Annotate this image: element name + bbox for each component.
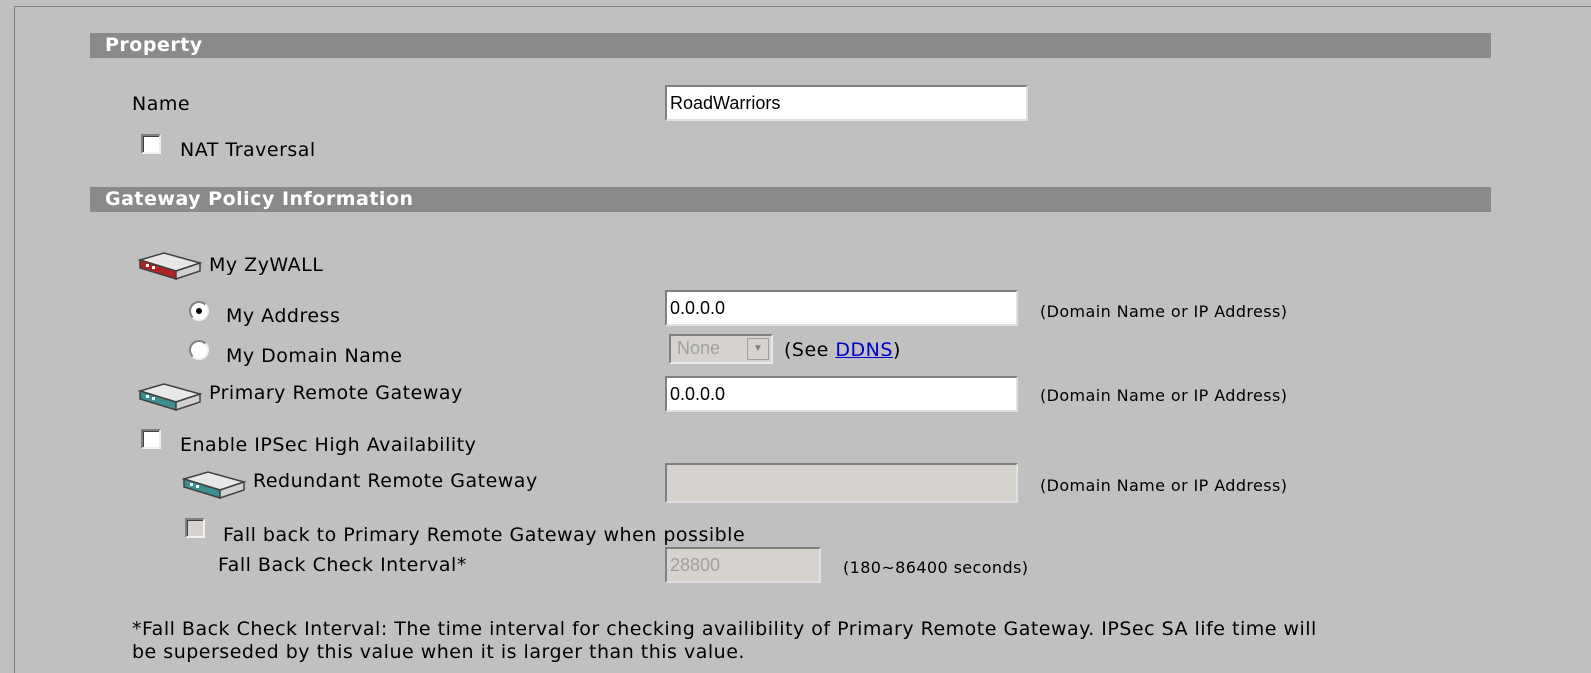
remote-gateway-icon bbox=[137, 383, 203, 412]
my-domain-name-label: My Domain Name bbox=[226, 345, 403, 367]
footnote-line-1: *Fall Back Check Interval: The time inte… bbox=[132, 618, 1317, 640]
my-domain-name-select[interactable]: None ▼ bbox=[669, 334, 773, 364]
see-suffix: ) bbox=[892, 339, 901, 361]
fallback-interval-label: Fall Back Check Interval* bbox=[218, 554, 467, 576]
chevron-down-icon: ▼ bbox=[747, 338, 769, 360]
name-label: Name bbox=[132, 93, 191, 115]
footnote-line-2: be superseded by this value when it is l… bbox=[132, 641, 745, 663]
my-address-hint: (Domain Name or IP Address) bbox=[1040, 302, 1288, 321]
property-section-header: Property bbox=[90, 33, 1491, 58]
see-ddns-note: (See DDNS) bbox=[784, 339, 901, 361]
fallback-interval-input[interactable]: 28800 bbox=[665, 547, 821, 583]
nat-traversal-checkbox[interactable] bbox=[141, 134, 161, 154]
my-domain-name-radio[interactable] bbox=[189, 340, 209, 360]
nat-traversal-label: NAT Traversal bbox=[180, 139, 316, 161]
ipsec-ha-checkbox[interactable] bbox=[141, 429, 161, 449]
redundant-remote-gateway-input[interactable] bbox=[665, 463, 1018, 503]
my-zywall-label: My ZyWALL bbox=[209, 254, 324, 276]
my-address-radio[interactable] bbox=[189, 301, 209, 321]
fallback-checkbox[interactable] bbox=[185, 518, 205, 538]
redundant-remote-gateway-hint: (Domain Name or IP Address) bbox=[1040, 476, 1288, 495]
primary-remote-gateway-input[interactable]: 0.0.0.0 bbox=[665, 376, 1018, 412]
primary-remote-gateway-hint: (Domain Name or IP Address) bbox=[1040, 386, 1288, 405]
primary-remote-gateway-label: Primary Remote Gateway bbox=[209, 382, 463, 404]
ipsec-ha-label: Enable IPSec High Availability bbox=[180, 434, 477, 456]
redundant-gateway-icon bbox=[181, 471, 247, 500]
zywall-device-icon bbox=[137, 252, 203, 281]
name-input[interactable]: RoadWarriors bbox=[665, 85, 1028, 121]
my-address-input[interactable]: 0.0.0.0 bbox=[665, 290, 1018, 326]
redundant-remote-gateway-label: Redundant Remote Gateway bbox=[253, 470, 538, 492]
gateway-section-header: Gateway Policy Information bbox=[90, 187, 1491, 212]
radio-selected-dot bbox=[196, 308, 202, 314]
my-address-label: My Address bbox=[226, 305, 341, 327]
fallback-interval-hint: (180~86400 seconds) bbox=[843, 558, 1029, 577]
ddns-link[interactable]: DDNS bbox=[835, 339, 893, 361]
see-prefix: (See bbox=[784, 339, 836, 361]
fallback-label: Fall back to Primary Remote Gateway when… bbox=[223, 524, 746, 546]
my-domain-name-select-value: None bbox=[677, 338, 721, 358]
